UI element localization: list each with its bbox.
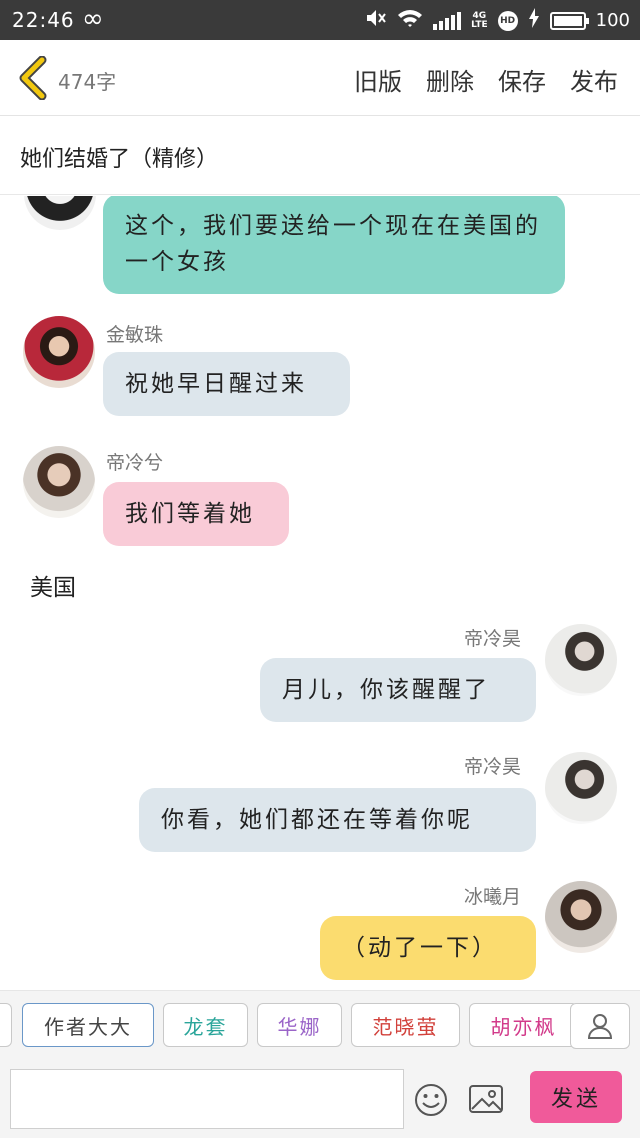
word-count: 474字	[58, 70, 117, 94]
message-text: 月儿，你该醒醒了	[282, 677, 490, 703]
character-label: 龙套	[183, 1014, 228, 1039]
message-bubble[interactable]: 这个，我们要送给一个现在在美国的一个女孩	[103, 196, 565, 294]
message-bubble[interactable]: （动了一下）	[320, 916, 536, 980]
message-text: （动了一下）	[342, 935, 498, 961]
sender-name: 金敏珠	[106, 324, 164, 346]
character-chip[interactable]: 华娜	[257, 1003, 342, 1047]
avatar[interactable]	[545, 624, 617, 696]
story-title-bar[interactable]: 她们结婚了（精修）	[0, 117, 640, 195]
message-text: 我们等着她	[125, 501, 255, 527]
avatar[interactable]	[545, 881, 617, 953]
infinity-icon: ∞	[82, 4, 104, 34]
sender-name: 帝冷昊	[464, 756, 522, 778]
image-button[interactable]	[468, 1083, 504, 1115]
composer-area: 作者大大 龙套 华娜 范晓萤 胡亦枫 发送	[0, 990, 640, 1138]
delete-button[interactable]: 删除	[426, 62, 474, 97]
message-text: 你看，她们都还在等着你呢	[161, 807, 473, 833]
character-chip[interactable]: 胡亦枫	[469, 1003, 578, 1047]
image-icon	[469, 1085, 503, 1113]
message-text: 祝她早日醒过来	[125, 371, 307, 397]
narration-text: 美国	[30, 575, 76, 601]
character-chip-partial[interactable]	[0, 1003, 12, 1047]
mute-icon	[365, 8, 387, 33]
smiley-icon	[415, 1084, 447, 1116]
wifi-icon	[397, 8, 423, 33]
toolbar-actions: 旧版 删除 保存 发布	[354, 62, 618, 97]
battery-icon	[549, 11, 589, 30]
character-chip[interactable]: 范晓萤	[351, 1003, 460, 1047]
battery-percent: 100	[595, 10, 630, 31]
character-label: 范晓萤	[372, 1014, 439, 1039]
character-selector: 作者大大 龙套 华娜 范晓萤 胡亦枫	[0, 1003, 640, 1051]
message-text: 这个，我们要送给一个现在在美国的一个女孩	[125, 213, 541, 275]
character-label: 作者大大	[44, 1014, 132, 1039]
avatar[interactable]	[23, 446, 95, 518]
sender-name: 冰曦月	[464, 886, 522, 908]
old-version-button[interactable]: 旧版	[354, 62, 402, 97]
network-sub-label: LTE	[471, 19, 488, 30]
send-label: 发送	[550, 1087, 601, 1112]
emoji-button[interactable]	[414, 1083, 448, 1117]
message-bubble[interactable]: 祝她早日醒过来	[103, 352, 350, 416]
back-button[interactable]	[14, 55, 54, 101]
hd-icon: HD	[497, 10, 518, 31]
message-input[interactable]	[10, 1069, 404, 1129]
signal-icon	[433, 11, 462, 30]
editor-toolbar: 474字 旧版 删除 保存 发布	[0, 40, 640, 116]
chevron-left-icon	[19, 55, 47, 101]
status-icons: 4G LTE HD 100	[365, 8, 630, 33]
message-bubble[interactable]: 月儿，你该醒醒了	[260, 658, 536, 722]
avatar[interactable]	[23, 316, 95, 388]
chat-area[interactable]: 这个，我们要送给一个现在在美国的一个女孩 金敏珠 祝她早日醒过来 帝冷兮 我们等…	[0, 196, 640, 990]
person-icon	[587, 1014, 613, 1039]
character-chip[interactable]: 龙套	[163, 1003, 248, 1047]
message-bubble[interactable]: 我们等着她	[103, 482, 289, 546]
publish-button[interactable]: 发布	[570, 62, 618, 97]
avatar[interactable]	[545, 752, 617, 824]
network-type: 4G LTE	[471, 11, 488, 30]
character-chip[interactable]: 作者大大	[22, 1003, 154, 1047]
message-bubble[interactable]: 你看，她们都还在等着你呢	[139, 788, 536, 852]
avatar[interactable]	[24, 196, 96, 230]
story-title: 她们结婚了（精修）	[20, 147, 219, 172]
save-button[interactable]: 保存	[498, 62, 546, 97]
send-button[interactable]: 发送	[530, 1071, 622, 1123]
sender-name: 帝冷兮	[106, 452, 164, 474]
add-character-button[interactable]	[570, 1003, 630, 1049]
status-bar: 22:46 ∞ 4G LTE HD 100	[0, 0, 640, 40]
sender-name: 帝冷昊	[464, 628, 522, 650]
charging-icon	[528, 8, 540, 33]
character-label: 胡亦枫	[490, 1014, 557, 1039]
character-label: 华娜	[277, 1014, 322, 1039]
status-time: 22:46	[12, 8, 75, 32]
battery-fill	[553, 15, 582, 26]
